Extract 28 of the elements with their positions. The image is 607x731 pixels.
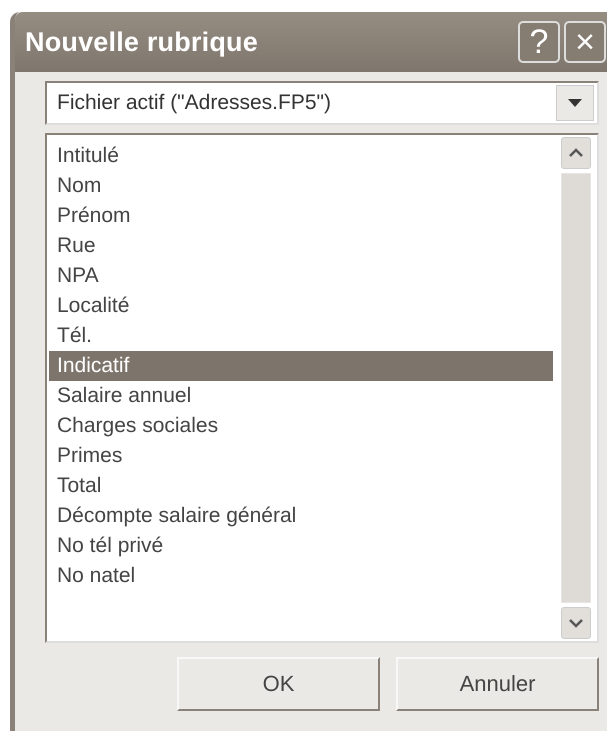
- cancel-button[interactable]: Annuler: [396, 657, 599, 711]
- list-item[interactable]: No natel: [49, 561, 553, 591]
- list-item[interactable]: Intitulé: [49, 141, 553, 171]
- list-item[interactable]: Localité: [49, 291, 553, 321]
- list-item[interactable]: Total: [49, 471, 553, 501]
- list-item[interactable]: Décompte salaire général: [49, 501, 553, 531]
- list-item[interactable]: Rue: [49, 231, 553, 261]
- list-item[interactable]: Primes: [49, 441, 553, 471]
- window-title: Nouvelle rubrique: [25, 26, 258, 58]
- list-item[interactable]: NPA: [49, 261, 553, 291]
- caret-icon: [568, 99, 582, 107]
- list-item[interactable]: Nom: [49, 171, 553, 201]
- list-item[interactable]: Indicatif: [49, 351, 553, 381]
- list-item[interactable]: Charges sociales: [49, 411, 553, 441]
- ok-button[interactable]: OK: [177, 657, 380, 711]
- file-dropdown[interactable]: Fichier actif ("Adresses.FP5"): [45, 81, 599, 125]
- close-button[interactable]: ×: [564, 21, 606, 63]
- list-item[interactable]: Tél.: [49, 321, 553, 351]
- scroll-up-button[interactable]: [561, 137, 591, 169]
- chevron-up-icon: [568, 148, 584, 158]
- field-list[interactable]: Intitulé Nom Prénom Rue NPA Localité Tél. Indicatif Salaire annuel Charges sociales Primes Total Décompte salaire général No tél privé No natel: [45, 133, 599, 643]
- help-button[interactable]: ?: [518, 21, 560, 63]
- list-item[interactable]: Salaire annuel: [49, 381, 553, 411]
- list-item[interactable]: Prénom: [49, 201, 553, 231]
- scroll-down-button[interactable]: [561, 607, 591, 639]
- chevron-down-icon: [568, 618, 584, 628]
- list-item[interactable]: No tél privé: [49, 531, 553, 561]
- dropdown-button[interactable]: [556, 85, 594, 121]
